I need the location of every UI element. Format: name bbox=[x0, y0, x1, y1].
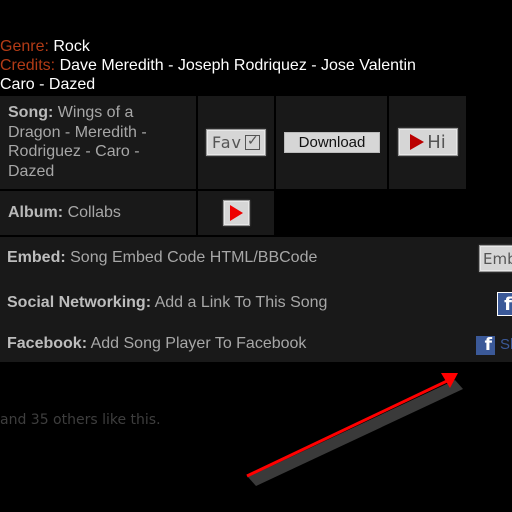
annotation-arrow bbox=[246, 373, 463, 486]
arrow-shaft bbox=[246, 379, 448, 478]
arrow-shadow bbox=[248, 380, 463, 486]
